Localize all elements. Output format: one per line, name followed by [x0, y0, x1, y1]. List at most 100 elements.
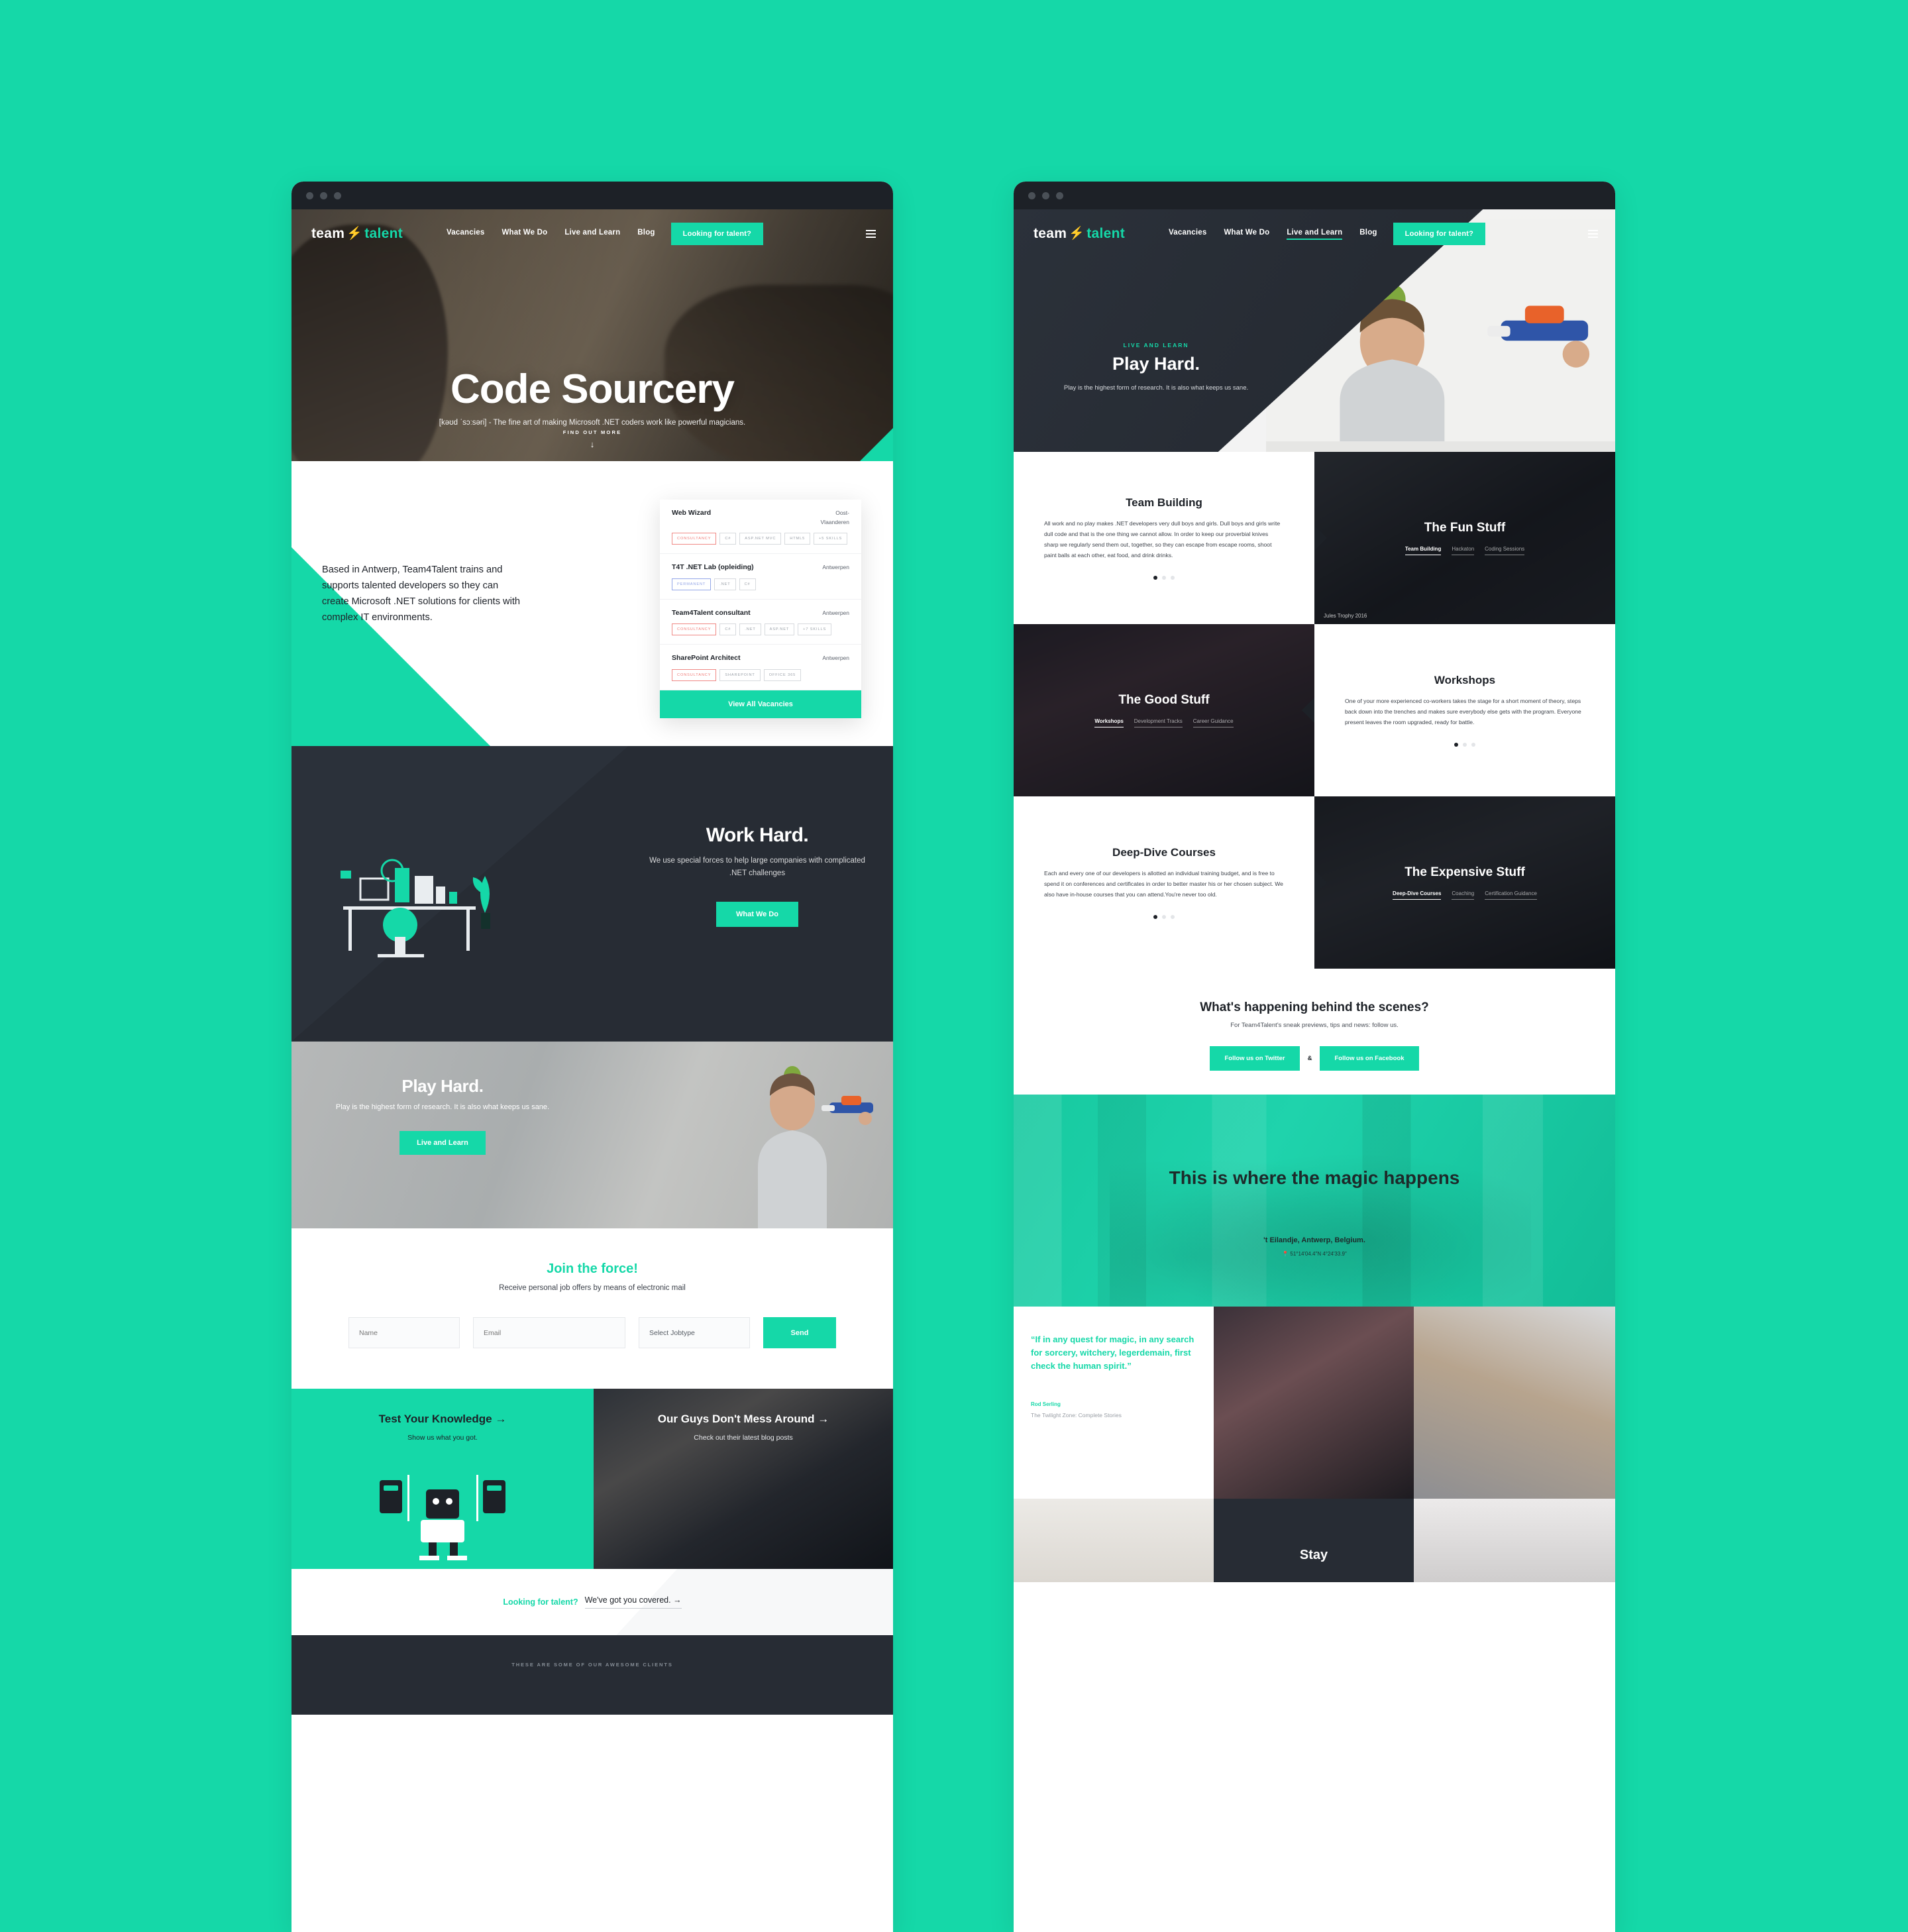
looking-for-talent-button[interactable]: Looking for talent? — [670, 223, 764, 245]
arrow-right-icon: → — [495, 1413, 507, 1425]
carousel-dot[interactable] — [1463, 742, 1467, 747]
quote-card: “If in any quest for magic, in any searc… — [1014, 1307, 1214, 1499]
carousel-dot[interactable] — [1471, 742, 1475, 747]
logo-left[interactable]: team ⚡ talent — [311, 226, 403, 242]
what-we-do-button[interactable]: What We Do — [716, 902, 798, 928]
carousel-dot[interactable] — [1454, 742, 1458, 747]
nav-item-vacancies[interactable]: Vacancies — [447, 229, 484, 240]
table-row[interactable]: T4T .NET Lab (opleiding) Antwerpen PERMA… — [660, 554, 861, 600]
location-title: This is where the magic happens — [1169, 1167, 1460, 1188]
window-minimize-dot[interactable] — [320, 191, 327, 199]
tab-career-guidance[interactable]: Career Guidance — [1192, 718, 1234, 727]
nav-links-right: Vacancies What We Do Live and Learn Blog — [1169, 229, 1377, 240]
promo-title: Our Guys Don't Mess Around → — [594, 1413, 893, 1426]
feature-body: All work and no play makes .NET develope… — [1044, 520, 1281, 559]
hamburger-menu-icon[interactable] — [1588, 230, 1598, 238]
follow-facebook-button[interactable]: Follow us on Facebook — [1320, 1046, 1419, 1071]
table-row[interactable]: SharePoint Architect Antwerpen CONSULTAN… — [660, 645, 861, 690]
tab-hackaton[interactable]: Hackaton — [1452, 546, 1475, 555]
tab-certification-guidance[interactable]: Certification Guidance — [1485, 890, 1537, 900]
hero-eyebrow: LIVE AND LEARN — [1123, 342, 1189, 349]
email-input[interactable] — [473, 1317, 625, 1348]
clients-title: THESE ARE SOME OF OUR AWESOME CLIENTS — [511, 1662, 673, 1668]
live-and-learn-button[interactable]: Live and Learn — [399, 1130, 486, 1155]
nav-item-what-we-do[interactable]: What We Do — [502, 229, 547, 240]
tab-deep-dive-courses[interactable]: Deep-Dive Courses — [1393, 890, 1442, 900]
feature-body: One of your more experienced co-workers … — [1345, 698, 1581, 725]
follow-twitter-button[interactable]: Follow us on Twitter — [1210, 1046, 1300, 1071]
feature-image-title: The Good Stuff — [1118, 693, 1210, 707]
tag: ASP.NET — [764, 623, 795, 636]
carousel-dot[interactable] — [1171, 914, 1175, 919]
table-row[interactable]: Team4Talent consultant Antwerpen CONSULT… — [660, 600, 861, 645]
window-close-dot[interactable] — [1028, 191, 1035, 199]
nav-item-vacancies[interactable]: Vacancies — [1169, 229, 1206, 240]
nav-item-what-we-do[interactable]: What We Do — [1224, 229, 1269, 240]
feature-tabs: Team Building Hackaton Coding Sessions — [1404, 546, 1525, 555]
bolt-icon: ⚡ — [1069, 227, 1085, 241]
vacancy-title: Web Wizard — [672, 509, 712, 517]
looking-for-talent-button[interactable]: Looking for talent? — [1393, 223, 1486, 245]
table-row[interactable]: Web Wizard Oost-Vlaanderen CONSULTANCY C… — [660, 500, 861, 555]
tab-coding-sessions[interactable]: Coding Sessions — [1485, 546, 1525, 555]
play-hard-section: Play Hard. Play is the highest form of r… — [292, 1042, 893, 1228]
tab-development-tracks[interactable]: Development Tracks — [1134, 718, 1183, 727]
carousel-dot[interactable] — [1162, 575, 1166, 580]
feature-image-title: The Expensive Stuff — [1404, 865, 1525, 879]
intro-section: Based in Antwerp, Team4Talent trains and… — [292, 461, 893, 746]
tab-coaching[interactable]: Coaching — [1452, 890, 1475, 900]
photo-portrait-right — [1414, 1499, 1615, 1582]
jobtype-select[interactable]: Select Jobtype — [639, 1317, 750, 1348]
tag: CONSULTANCY — [672, 533, 717, 545]
window-close-dot[interactable] — [306, 191, 313, 199]
carousel-dot[interactable] — [1153, 575, 1157, 580]
window-minimize-dot[interactable] — [1042, 191, 1049, 199]
window-maximize-dot[interactable] — [334, 191, 341, 199]
carousel-dots[interactable] — [1153, 575, 1175, 580]
tab-workshops[interactable]: Workshops — [1094, 718, 1124, 727]
tag: CONSULTANCY — [672, 623, 717, 636]
window-maximize-dot[interactable] — [1056, 191, 1063, 199]
tag: OFFICE 365 — [763, 669, 802, 681]
carousel-dots[interactable] — [1153, 914, 1175, 919]
find-out-more[interactable]: FIND OUT MORE ↓ — [292, 425, 893, 449]
browser-window-right: team ⚡ talent Vacancies What We Do Live … — [1014, 182, 1615, 1932]
work-hard-title: Work Hard. — [706, 824, 809, 846]
photo-meeting — [1214, 1307, 1414, 1499]
carousel-dot[interactable] — [1153, 914, 1157, 919]
tag: C# — [719, 533, 737, 545]
quote-source: The Twilight Zone: Complete Stories — [1031, 1412, 1122, 1419]
promo-test-your-knowledge[interactable]: Test Your Knowledge → Show us what you g… — [292, 1389, 594, 1569]
talent-strip[interactable]: Looking for talent? We've got you covere… — [292, 1569, 893, 1635]
send-button[interactable]: Send — [763, 1317, 836, 1348]
carousel-dots[interactable] — [1454, 742, 1475, 747]
talent-strip-accent: Looking for talent? — [503, 1597, 578, 1607]
tag: .NET — [739, 623, 761, 636]
behind-the-scenes-section: What's happening behind the scenes? For … — [1014, 969, 1615, 1095]
hamburger-menu-icon[interactable] — [866, 230, 876, 238]
logo-right[interactable]: team ⚡ talent — [1034, 226, 1125, 242]
play-hard-content: Play Hard. Play is the highest form of r… — [330, 1076, 555, 1155]
join-title: Join the force! — [547, 1261, 638, 1276]
tab-team-building[interactable]: Team Building — [1404, 546, 1442, 555]
promo-blog[interactable]: Our Guys Don't Mess Around → Check out t… — [594, 1389, 893, 1569]
tag: HTML5 — [784, 533, 811, 545]
vacancies-card: Web Wizard Oost-Vlaanderen CONSULTANCY C… — [660, 500, 861, 718]
name-input[interactable] — [348, 1317, 460, 1348]
play-hard-title: Play Hard. — [401, 1076, 484, 1096]
logo-word-1: team — [311, 226, 345, 241]
talent-strip-link[interactable]: We've got you covered. → — [584, 1595, 682, 1609]
view-all-vacancies-button[interactable]: View All Vacancies — [660, 690, 861, 718]
carousel-dot[interactable] — [1171, 575, 1175, 580]
feature-row-team-building: Team Building All work and no play makes… — [1014, 452, 1615, 624]
nav-item-blog[interactable]: Blog — [637, 229, 655, 240]
promo-row: Test Your Knowledge → Show us what you g… — [292, 1389, 893, 1569]
nav-item-live-and-learn[interactable]: Live and Learn — [1287, 229, 1343, 240]
location-section[interactable]: This is where the magic happens 't Eilan… — [1014, 1095, 1615, 1307]
feature-body: Each and every one of our developers is … — [1044, 870, 1283, 898]
carousel-next-arrow — [1302, 698, 1314, 723]
nav-item-blog[interactable]: Blog — [1359, 229, 1377, 240]
logo-word-1: team — [1034, 226, 1067, 241]
nav-item-live-and-learn[interactable]: Live and Learn — [564, 229, 620, 240]
carousel-dot[interactable] — [1162, 914, 1166, 919]
